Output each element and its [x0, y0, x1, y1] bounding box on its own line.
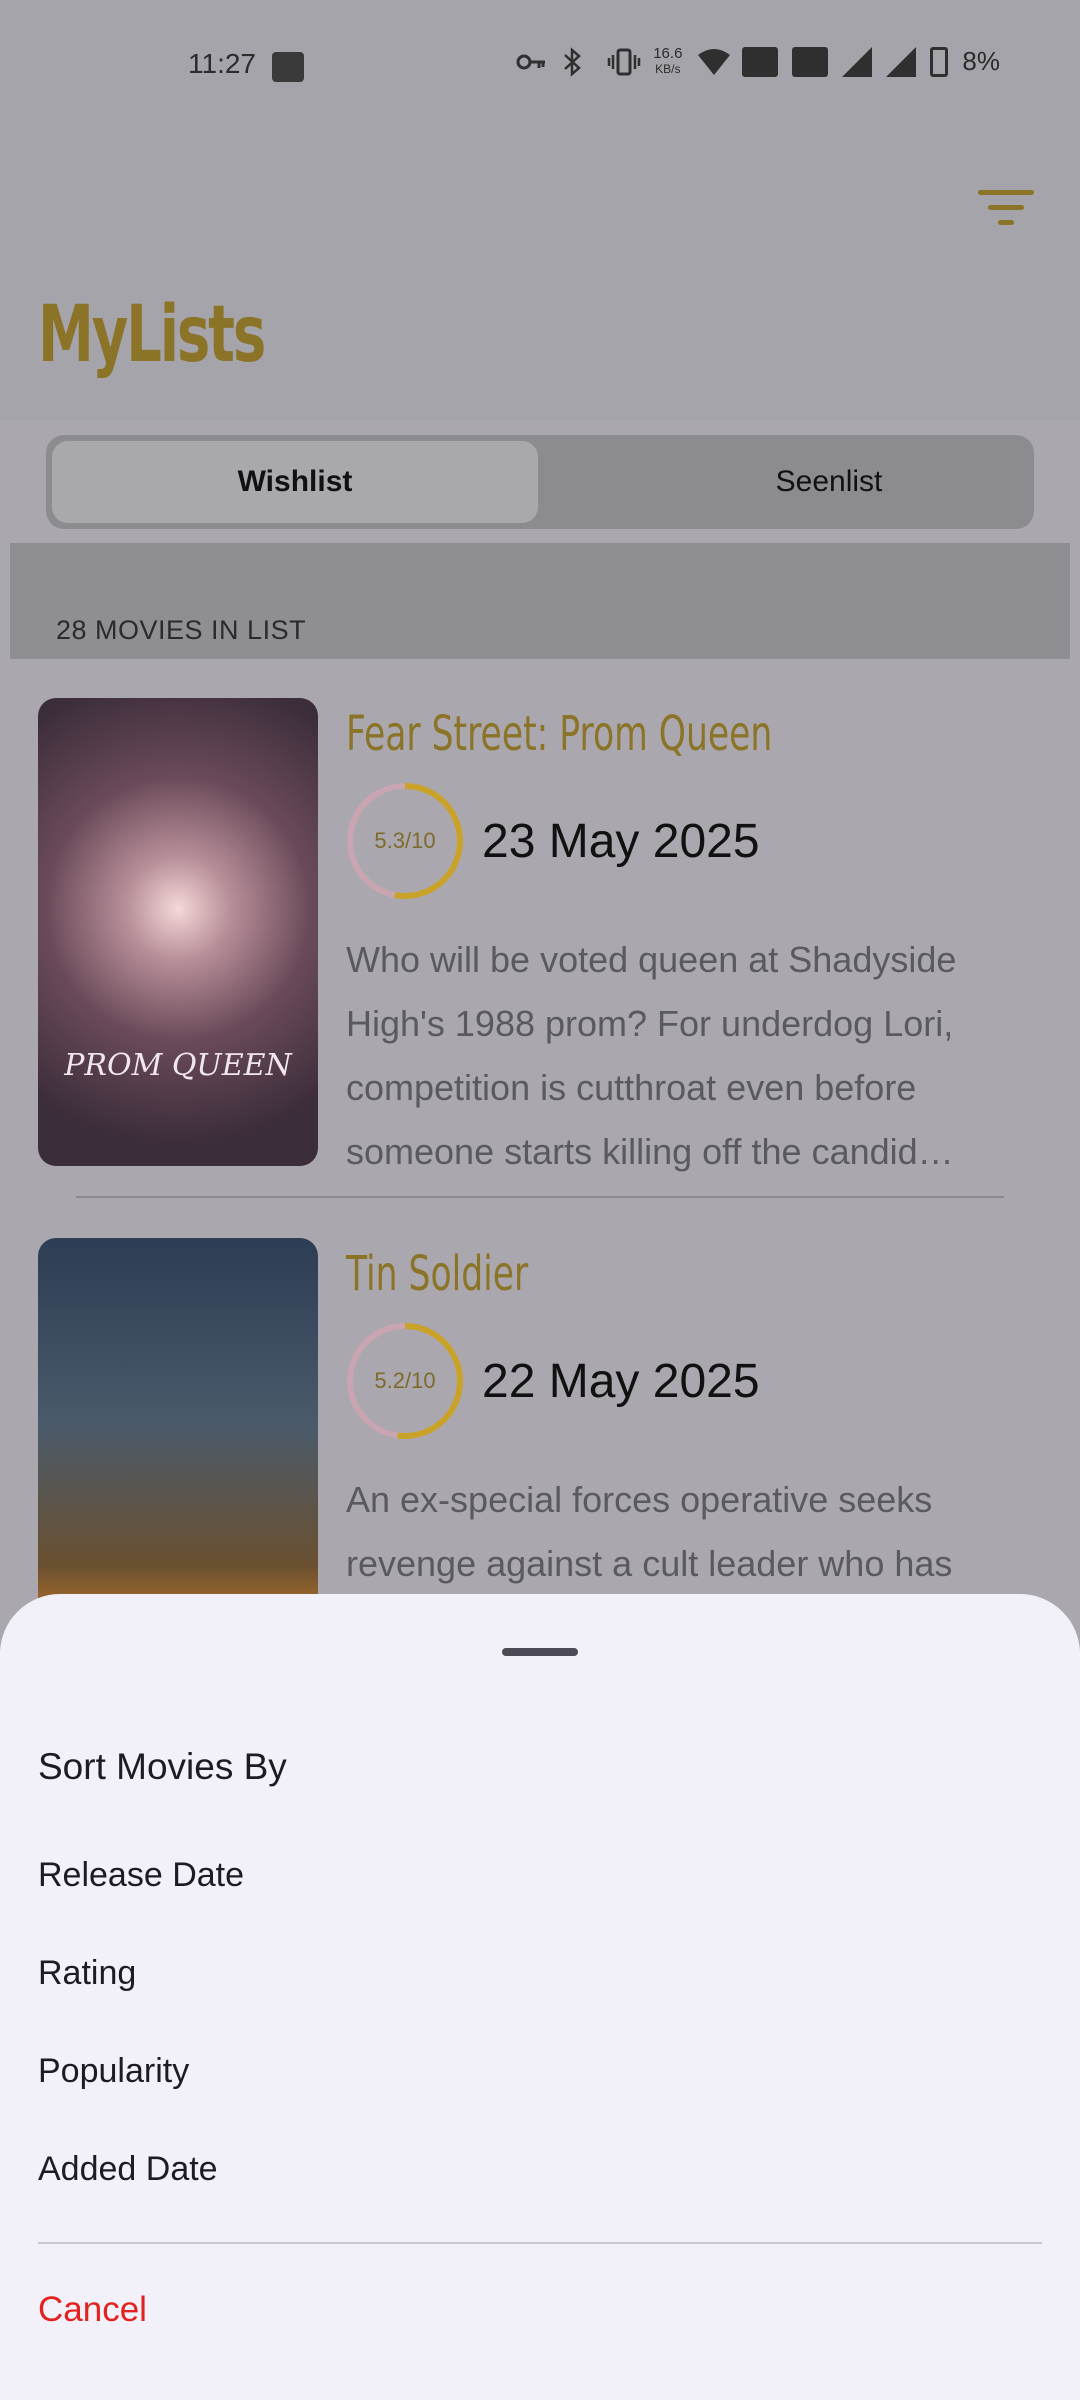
sim-card-icon [272, 52, 304, 82]
drag-handle[interactable] [502, 1648, 578, 1656]
vowifi-icon [742, 46, 779, 77]
tab-seenlist[interactable]: Seenlist [586, 441, 1072, 523]
sheet-title: Sort Movies By [38, 1746, 287, 1787]
release-date: 23 May 2025 [482, 815, 760, 868]
filter-icon[interactable] [978, 188, 1034, 228]
status-bar: 11:27 16.6 KB/s 8% [0, 0, 1080, 130]
sort-option-added-date[interactable]: Added Date [38, 2150, 218, 2189]
network-speed: 16.6 KB/s [653, 46, 682, 77]
sheet-divider [38, 2242, 1042, 2244]
movie-rating: 5.2/10 [374, 1368, 436, 1393]
overview-line: revenge against a cult leader who has [346, 1543, 953, 1584]
vpn-key-icon [515, 47, 547, 77]
row-divider [76, 1196, 1004, 1198]
bluetooth-icon [561, 46, 593, 77]
sort-option-popularity[interactable]: Popularity [38, 2052, 189, 2091]
movie-overview: Who will be voted queen at Shadyside Hig… [346, 928, 1026, 1184]
app-screen: 11:27 16.6 KB/s 8% MyLists Wishlist Seen… [0, 0, 1080, 2400]
movie-rating: 5.3/10 [374, 828, 436, 853]
vibrate-icon [607, 47, 641, 77]
battery-icon [930, 46, 949, 77]
volte-icon [792, 46, 829, 77]
poster-title-text: PROM QUEEN [64, 1048, 292, 1083]
movie-overview: An ex-special forces operative seeks rev… [346, 1468, 1026, 1596]
movie-poster[interactable]: PROM QUEEN [38, 698, 318, 1166]
list-count-banner: 28 MOVIES IN LIST [10, 543, 1070, 659]
overview-line: competition is cutthroat even before [346, 1067, 917, 1108]
cancel-button[interactable]: Cancel [38, 2290, 147, 2330]
page-title: MyLists [38, 290, 266, 380]
overview-line: High's 1988 prom? For underdog Lori, [346, 1003, 954, 1044]
signal-strength-icon-2 [886, 46, 917, 77]
overview-line: Who will be voted queen at Shadyside [346, 939, 957, 980]
list-tabs: Wishlist Seenlist [46, 435, 1034, 529]
movie-title[interactable]: Fear Street: Prom Queen [346, 706, 772, 762]
sort-option-release-date[interactable]: Release Date [38, 1856, 244, 1895]
network-speed-value: 16.6 [653, 45, 683, 62]
sort-option-rating[interactable]: Rating [38, 1954, 136, 1993]
movie-count: 28 MOVIES IN LIST [56, 615, 307, 645]
movie-title[interactable]: Tin Soldier [346, 1246, 528, 1302]
sort-bottom-sheet: Sort Movies By Release Date Rating Popul… [0, 1594, 1080, 2400]
signal-strength-icon [842, 46, 873, 77]
status-icons: 16.6 KB/s 8% [515, 46, 1000, 77]
overview-line: An ex-special forces operative seeks [346, 1479, 933, 1520]
release-date: 22 May 2025 [482, 1355, 760, 1408]
tab-wishlist[interactable]: Wishlist [52, 441, 538, 523]
status-time: 11:27 [188, 48, 256, 79]
battery-percent: 8% [962, 46, 1000, 76]
network-speed-unit: KB/s [655, 62, 681, 76]
overview-line: someone starts killing off the candid… [346, 1131, 954, 1172]
wifi-icon [696, 47, 731, 77]
